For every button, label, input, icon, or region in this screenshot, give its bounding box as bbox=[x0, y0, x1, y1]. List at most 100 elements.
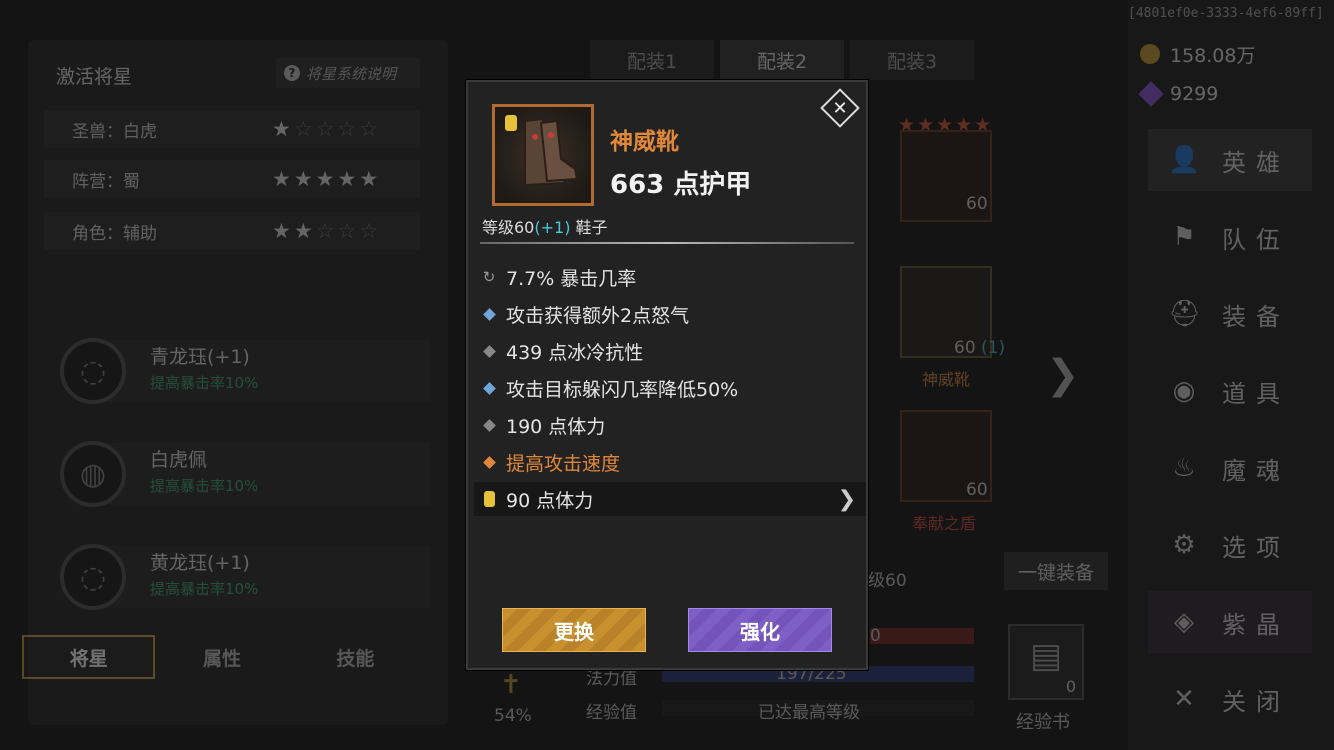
chevron-right-icon[interactable]: ❯ bbox=[1046, 352, 1080, 398]
star-rating: ★ ☆ ☆ ☆ ☆ bbox=[272, 117, 379, 141]
hero-icon: 👤 bbox=[1168, 145, 1201, 175]
item-stat: ↻ 7.7% 暴击几率 bbox=[482, 267, 637, 290]
star-panel: 激活将星 ? 将星系统说明 圣兽：白虎 ★ ☆ ☆ ☆ ☆ 阵营：蜀 ★ ★ ★ ★ ★ 角色：… bbox=[28, 40, 448, 725]
close-icon: ✕ bbox=[832, 97, 848, 119]
jade-effect: 提高暴击率10% bbox=[150, 580, 259, 598]
session-id: [4801ef0e-3333-4ef6-89ff] bbox=[1128, 6, 1324, 21]
helmet-icon: ⛑ bbox=[1168, 299, 1202, 329]
dragon-jade-icon: ◌ bbox=[60, 338, 126, 404]
refresh-icon: ↻ bbox=[482, 268, 496, 286]
jade-name: 青龙珏(+1) bbox=[150, 346, 250, 368]
nav-crystal[interactable]: ◈ 紫晶 bbox=[1148, 591, 1312, 653]
blue-diamond-icon bbox=[482, 307, 496, 321]
tab-skills[interactable]: 技能 bbox=[289, 635, 422, 679]
gold-tag-icon bbox=[482, 491, 496, 507]
item-name: 神威靴 bbox=[610, 129, 679, 155]
jade-name: 白虎佩 bbox=[150, 449, 208, 471]
item-detail-modal: 神威靴 663 点护甲 等级60(+1) 鞋子 ↻ 7.7% 暴击几率 攻击获得… bbox=[466, 80, 868, 670]
item-stat: 攻击目标躲闪几率降低50% bbox=[482, 371, 862, 405]
star-row-label: 阵营：蜀 bbox=[72, 171, 140, 192]
percent-text: 54% bbox=[494, 706, 532, 726]
chevron-right-icon: ❯ bbox=[837, 486, 856, 512]
gem-amount: 9299 bbox=[1170, 83, 1219, 105]
item-stat: 攻击获得额外2点怒气 bbox=[482, 297, 862, 331]
nav-team[interactable]: ⚑ 队伍 bbox=[1148, 206, 1312, 268]
star-rating: ★ ★ ☆ ☆ ☆ bbox=[272, 219, 379, 243]
jade-effect: 提高暴击率10% bbox=[150, 477, 259, 495]
star-row-label: 圣兽：白虎 bbox=[72, 121, 157, 142]
grey-diamond-icon bbox=[482, 418, 496, 432]
star-row-role: 角色：辅助 ★ ★ ☆ ☆ ☆ bbox=[44, 212, 420, 250]
jade-name: 黄龙珏(+1) bbox=[150, 552, 250, 574]
jade-slot[interactable]: ◌ 青龙珏(+1) 提高暴击率10% bbox=[56, 330, 430, 410]
hp-bar bbox=[870, 628, 974, 644]
item-stat: 190 点体力 bbox=[482, 408, 862, 442]
gold-coin-icon bbox=[1140, 44, 1160, 64]
star-row-beast: 圣兽：白虎 ★ ☆ ☆ ☆ ☆ bbox=[44, 110, 420, 148]
star-row-label: 角色：辅助 bbox=[72, 223, 157, 244]
jade-slot[interactable]: ◍ 白虎佩 提高暴击率10% bbox=[56, 433, 430, 513]
crystal-icon: ◈ bbox=[1174, 607, 1194, 637]
replace-button[interactable]: 更换 bbox=[502, 608, 646, 652]
item-level: 等级60(+1) 鞋子 bbox=[482, 218, 608, 237]
one-click-equip-button[interactable]: 一键装备 bbox=[1004, 552, 1108, 590]
bag-icon: ◉ bbox=[1172, 376, 1196, 406]
jade-effect: 提高暴击率10% bbox=[150, 374, 259, 392]
tab-stars[interactable]: 将星 bbox=[22, 635, 156, 679]
exp-book-slot[interactable]: ▤ 0 bbox=[1008, 624, 1084, 700]
jade-slot[interactable]: ◌ 黄龙珏(+1) 提高暴击率10% bbox=[56, 536, 430, 616]
item-armor: 663 点护甲 bbox=[610, 170, 752, 200]
hp-value-tail: 0 bbox=[870, 626, 881, 646]
exp-book-label: 经验书 bbox=[1016, 712, 1070, 733]
help-label: 将星系统说明 bbox=[306, 64, 397, 83]
nav-close[interactable]: ✕ 关闭 bbox=[1148, 668, 1312, 730]
boots-item-icon bbox=[492, 104, 594, 206]
exp-value: 已达最高等级 bbox=[758, 703, 860, 723]
star-rating: ★ ★ ★ ★ ★ bbox=[272, 167, 379, 191]
dragon-jade-icon: ◌ bbox=[60, 544, 126, 610]
grey-diamond-icon bbox=[482, 344, 496, 358]
close-modal-button[interactable]: ✕ bbox=[820, 88, 860, 128]
flame-icon: ♨ bbox=[1172, 453, 1196, 483]
left-panel-tabs: 将星 属性 技能 bbox=[22, 635, 422, 681]
gold-currency: 158.08万 bbox=[1140, 39, 1300, 69]
tiger-pendant-icon: ◍ bbox=[60, 441, 126, 507]
slot-item-name: 奉献之盾 bbox=[912, 514, 977, 533]
gear-icon: ⚙ bbox=[1172, 530, 1196, 560]
question-icon: ? bbox=[284, 65, 300, 81]
purple-gem-icon bbox=[1138, 81, 1164, 107]
star-system-help-button[interactable]: ? 将星系统说明 bbox=[276, 58, 420, 88]
boots-icon bbox=[524, 117, 579, 187]
nav-equipment[interactable]: ⛑ 装备 bbox=[1148, 283, 1312, 345]
nav-hero[interactable]: 👤 英雄 bbox=[1148, 129, 1312, 191]
hero-level-text: 级60 bbox=[868, 571, 907, 591]
star-panel-title: 激活将星 bbox=[56, 66, 133, 88]
tab-loadout-3[interactable]: 配装3 bbox=[850, 40, 974, 80]
close-icon: ✕ bbox=[1173, 684, 1195, 714]
item-stat-gold-row[interactable]: 90 点体力 ❯ bbox=[474, 482, 866, 516]
sword-icon: ✝ bbox=[500, 670, 522, 700]
orange-diamond-icon bbox=[482, 455, 496, 469]
divider bbox=[480, 242, 854, 244]
slot-level: 60 bbox=[966, 194, 988, 214]
nav-soul[interactable]: ♨ 魔魂 bbox=[1148, 437, 1312, 499]
tab-loadout-2[interactable]: 配装2 bbox=[720, 40, 844, 80]
enhance-button[interactable]: 强化 bbox=[688, 608, 832, 652]
slot-level: 60 bbox=[966, 480, 988, 500]
exp-book-count: 0 bbox=[1065, 677, 1076, 696]
tab-attributes[interactable]: 属性 bbox=[155, 635, 288, 679]
item-stat: 提高攻击速度 bbox=[482, 445, 862, 479]
item-stat: 439 点冰冷抗性 bbox=[482, 334, 862, 368]
book-icon: ▤ bbox=[1030, 636, 1063, 676]
flag-icon: ⚑ bbox=[1172, 222, 1196, 252]
slot-level: 60 (1) bbox=[954, 338, 1006, 358]
blue-diamond-icon bbox=[482, 381, 496, 395]
slot-item-name: 神威靴 bbox=[922, 370, 971, 389]
nav-options[interactable]: ⚙ 选项 bbox=[1148, 514, 1312, 576]
gem-currency: 9299 bbox=[1138, 79, 1300, 109]
nav-items[interactable]: ◉ 道具 bbox=[1148, 360, 1312, 422]
exp-label: 经验值 bbox=[586, 703, 637, 723]
gold-amount: 158.08万 bbox=[1170, 44, 1256, 67]
star-row-faction: 阵营：蜀 ★ ★ ★ ★ ★ bbox=[44, 160, 420, 198]
tab-loadout-1[interactable]: 配装1 bbox=[590, 40, 714, 80]
